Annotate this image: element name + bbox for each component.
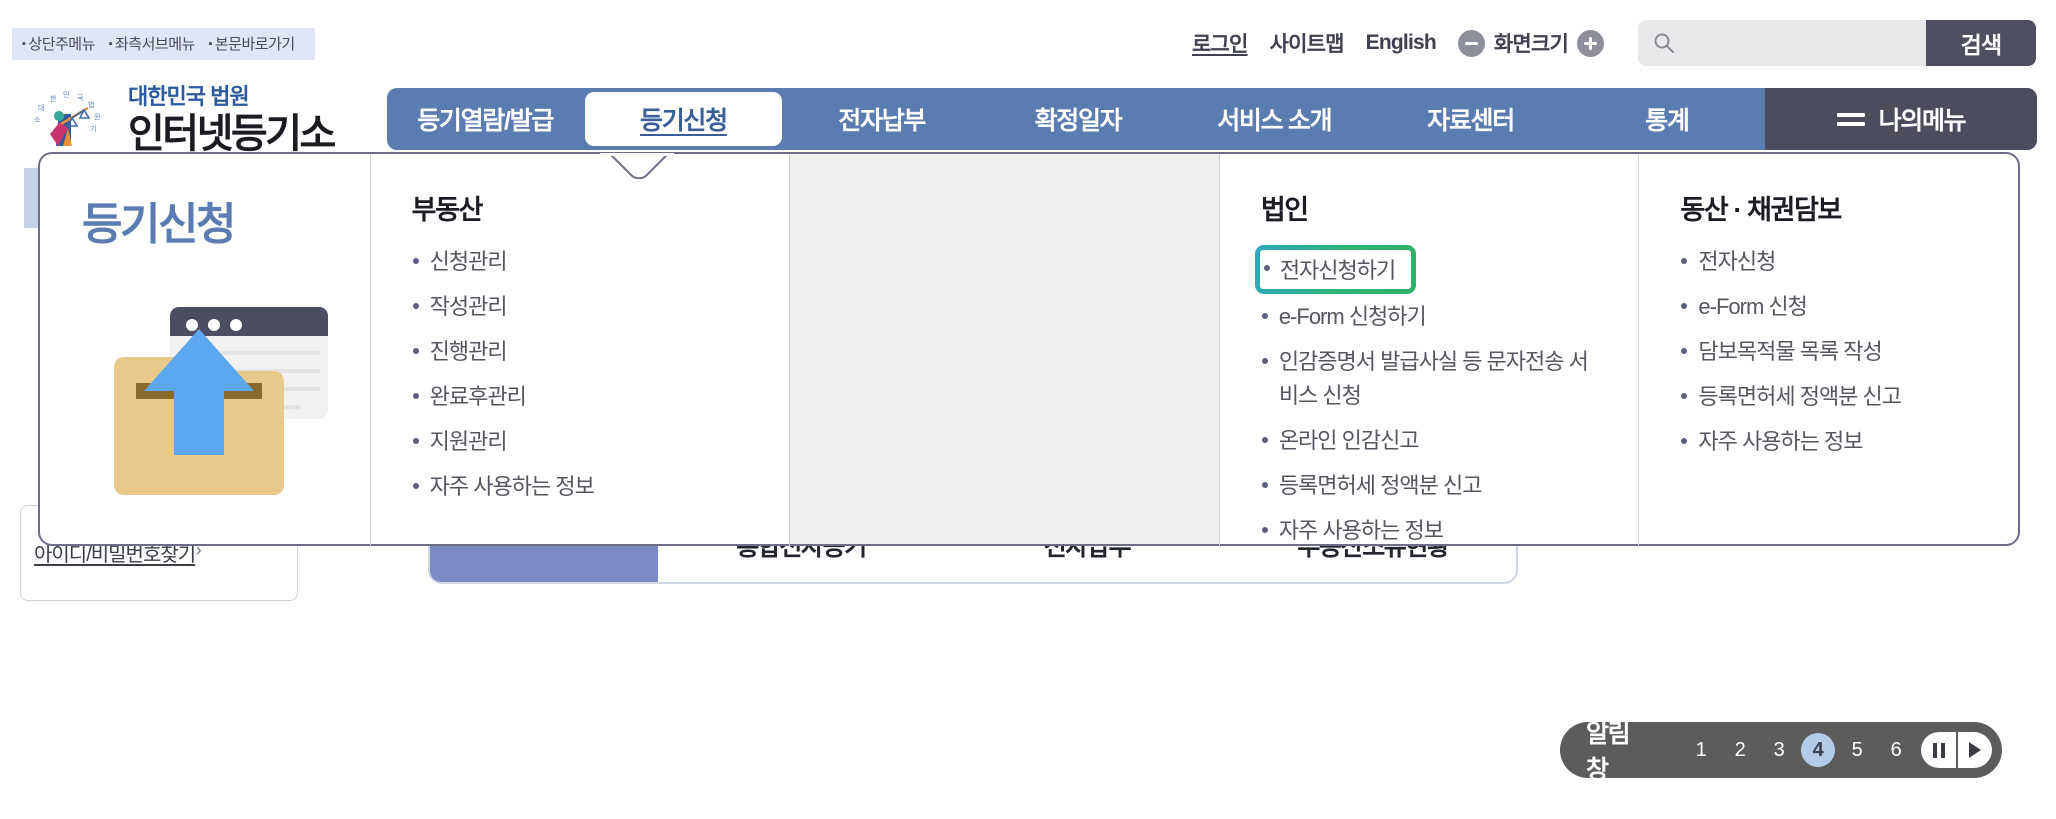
- english-link[interactable]: English: [1366, 31, 1437, 55]
- svg-text:원: 원: [94, 112, 100, 121]
- menu-item-electronic-application-asset[interactable]: 전자신청: [1680, 245, 2010, 279]
- search-icon: [1654, 33, 1674, 53]
- pager-page-6[interactable]: 6: [1879, 733, 1913, 767]
- hamburger-icon: [1836, 112, 1865, 126]
- pager-page-4[interactable]: 4: [1801, 733, 1836, 767]
- svg-text:소: 소: [34, 116, 41, 124]
- mega-title-column: 등기신청: [40, 154, 370, 544]
- nav-item-my-menu[interactable]: 나의메뉴: [1764, 88, 2037, 150]
- main-navigation: 등기열람/발급 등기신청 전자납부 확정일자 서비스 소개 자료센터 통계 나의…: [387, 88, 2037, 150]
- mega-column-empty: [789, 154, 1219, 546]
- pager-page-3[interactable]: 3: [1762, 733, 1796, 767]
- pause-button[interactable]: [1921, 732, 1956, 768]
- pager-page-2[interactable]: 2: [1723, 733, 1757, 767]
- menu-list-real-estate: 신청관리 작성관리 진행관리 완료후관리 지원관리 자주 사용하는 정보: [412, 245, 790, 505]
- nav-item-registry-view[interactable]: 등기열람/발급: [387, 88, 583, 150]
- svg-text:법: 법: [88, 100, 94, 109]
- screen-size-control: 화면크기: [1457, 28, 1604, 58]
- logo-text: 대한민국 법원 인터넷등기소: [128, 84, 336, 156]
- menu-item-registration-license-tax-asset[interactable]: 등록면허세 정액분 신고: [1680, 380, 2010, 414]
- search-field[interactable]: [1638, 20, 1926, 66]
- utility-bar: 로그인 사이트맵 English 화면크기 검색: [1192, 20, 2036, 66]
- svg-text:한: 한: [50, 95, 57, 103]
- mega-panel-title: 등기신청: [82, 200, 236, 249]
- nav-item-service-intro[interactable]: 서비스 소개: [1176, 88, 1372, 150]
- nav-item-statistics[interactable]: 통계: [1569, 88, 1765, 150]
- svg-text:기: 기: [90, 124, 96, 133]
- screen-size-label: 화면크기: [1493, 33, 1569, 56]
- pager-page-1[interactable]: 1: [1684, 733, 1718, 767]
- skip-link-sub-menu[interactable]: 좌측서브메뉴: [109, 36, 196, 53]
- notification-bar: 알림창 1 2 3 4 5 6: [1560, 720, 2002, 784]
- plus-circle-icon[interactable]: [1577, 29, 1604, 57]
- notification-label: 알림창: [1586, 720, 1631, 784]
- minus-circle-icon[interactable]: [1457, 29, 1485, 57]
- menu-item-electronic-application-corp[interactable]: 전자신청하기: [1259, 250, 1412, 289]
- search-box: 검색: [1638, 20, 2036, 66]
- column-heading-corporation: 법인: [1260, 195, 1309, 225]
- column-heading-real-estate: 부동산: [411, 195, 484, 225]
- menu-item-frequent-info-corp[interactable]: 자주 사용하는 정보: [1261, 514, 1591, 548]
- menu-item-drafting-mgmt[interactable]: 작성관리: [412, 290, 742, 324]
- next-button[interactable]: [1956, 732, 1992, 768]
- nav-item-data-center[interactable]: 자료센터: [1372, 88, 1568, 150]
- menu-item-collateral-list-drafting[interactable]: 담보목적물 목록 작성: [1680, 335, 2010, 369]
- highlight-ring: 전자신청하기: [1254, 245, 1417, 294]
- login-link[interactable]: 로그인: [1192, 28, 1248, 58]
- sitemap-link[interactable]: 사이트맵: [1270, 28, 1345, 58]
- skip-links[interactable]: 상단주메뉴 좌측서브메뉴 본문바로가기: [12, 28, 315, 60]
- svg-text:대: 대: [38, 104, 44, 112]
- search-input[interactable]: [1684, 32, 1926, 54]
- menu-item-online-seal-report[interactable]: 온라인 인감신고: [1261, 424, 1591, 458]
- menu-item-application-mgmt[interactable]: 신청관리: [412, 245, 742, 279]
- menu-item-eform-application-corp[interactable]: e-Form 신청하기: [1261, 300, 1591, 334]
- site-logo[interactable]: 대한민 국법원 소기 대한민국 법원 인터넷등기소: [28, 84, 336, 156]
- dropdown-notch: [600, 153, 674, 179]
- menu-item-support-mgmt[interactable]: 지원관리: [412, 425, 742, 459]
- next-icon: [1969, 742, 1982, 758]
- pause-icon: [1932, 742, 1945, 758]
- pager-page-5[interactable]: 5: [1840, 733, 1874, 767]
- menu-item-frequent-info-asset[interactable]: 자주 사용하는 정보: [1680, 425, 2010, 459]
- skip-link-content[interactable]: 본문바로가기: [208, 36, 295, 53]
- menu-item-progress-mgmt[interactable]: 진행관리: [412, 335, 742, 369]
- menu-item-post-completion-mgmt[interactable]: 완료후관리: [412, 380, 742, 414]
- menu-item-frequent-info-real-estate[interactable]: 자주 사용하는 정보: [412, 470, 742, 504]
- skip-link-main-menu[interactable]: 상단주메뉴: [22, 36, 95, 53]
- menu-item-eform-application-asset[interactable]: e-Form 신청: [1680, 290, 2010, 324]
- svg-text:국: 국: [77, 94, 84, 102]
- menu-item-seal-cert-sms-service[interactable]: 인감증명서 발급사실 등 문자전송 서비스 신청: [1261, 345, 1591, 413]
- upload-to-folder-illustration: [114, 307, 328, 495]
- svg-text:민: 민: [63, 90, 69, 99]
- mega-column-movable-credit-security: 동산 · 채권담보 전자신청 e-Form 신청 담보목적물 목록 작성 등록면…: [1638, 154, 2018, 546]
- nav-item-epayment[interactable]: 전자납부: [784, 88, 980, 150]
- court-scales-logo-icon: 대한민 국법원 소기: [34, 90, 100, 146]
- notification-controls: [1921, 732, 1992, 768]
- mega-column-corporation: 법인 전자신청하기 e-Form 신청하기 인감증명서 발급사실 등 문자전송 …: [1218, 154, 1639, 546]
- menu-item-registration-license-tax-corp[interactable]: 등록면허세 정액분 신고: [1261, 469, 1591, 503]
- search-button[interactable]: 검색: [1926, 20, 2036, 66]
- menu-list-movable-credit-security: 전자신청 e-Form 신청 담보목적물 목록 작성 등록면허세 정액분 신고 …: [1680, 245, 2018, 459]
- mega-dropdown-panel: 등기신청 부동산 신청관리 작성관리 진행관리 완료후관리 지원관리 자주 사용…: [38, 152, 2020, 546]
- my-menu-label: 나의메뉴: [1878, 107, 1967, 135]
- logo-top-line: 대한민국 법원: [128, 84, 250, 109]
- menu-list-corporation: e-Form 신청하기 인감증명서 발급사실 등 문자전송 서비스 신청 온라인…: [1261, 300, 1639, 549]
- nav-item-registry-application[interactable]: 등기신청: [585, 92, 782, 146]
- logo-main-line: 인터넷등기소: [128, 112, 336, 156]
- column-heading-movable-credit-security: 동산 · 채권담보: [1680, 195, 1842, 225]
- nav-item-fixed-date[interactable]: 확정일자: [980, 88, 1176, 150]
- mega-column-real-estate: 부동산 신청관리 작성관리 진행관리 완료후관리 지원관리 자주 사용하는 정보: [369, 154, 790, 546]
- notification-pager: 1 2 3 4 5 6: [1684, 733, 1913, 767]
